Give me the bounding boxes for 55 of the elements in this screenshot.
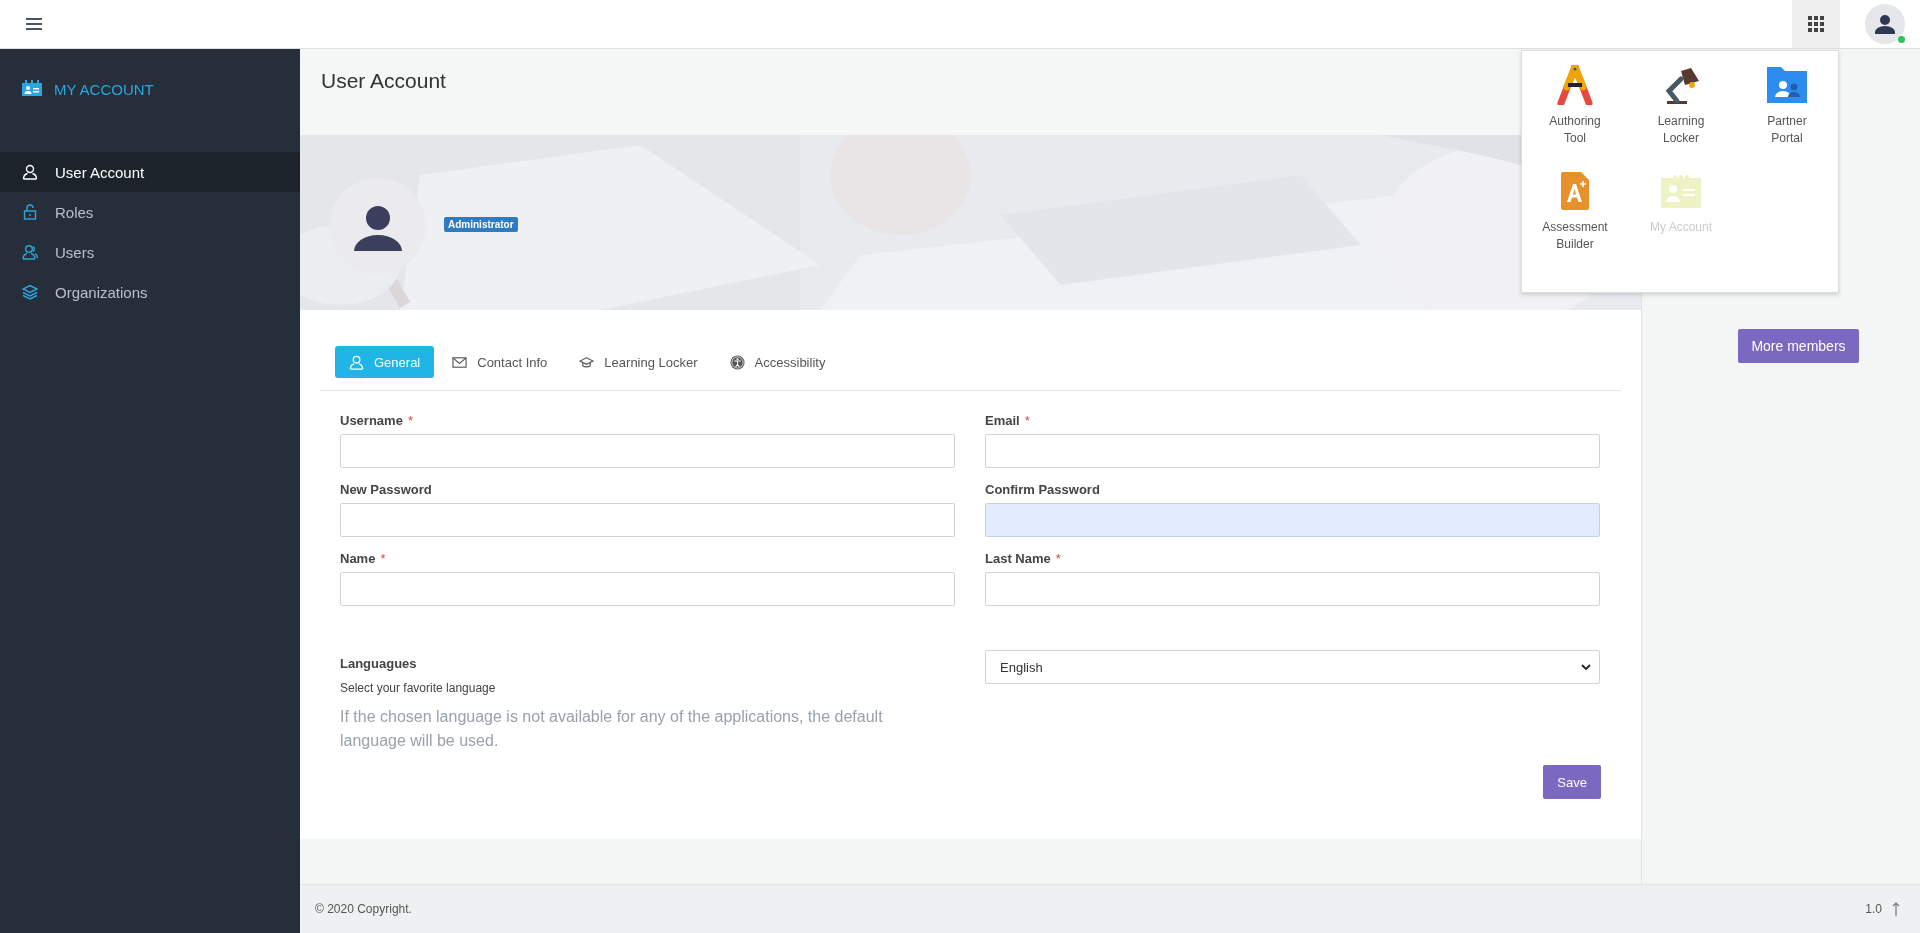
required-mark: * — [407, 413, 413, 428]
field-label: Email — [985, 413, 1020, 428]
sidebar-item[interactable]: Users — [0, 232, 300, 272]
chevron-down-icon — [1581, 663, 1591, 671]
language-select[interactable]: English — [985, 650, 1600, 684]
page-title: User Account — [321, 69, 446, 93]
tab[interactable]: Learning Locker — [565, 346, 712, 378]
tab[interactable]: Contact Info — [438, 346, 562, 378]
person-icon — [349, 354, 364, 370]
sidebar-item[interactable]: Organizations — [0, 272, 300, 312]
help-text: If the chosen language is not available for any of the applications, the default language will be used. — [340, 707, 884, 751]
copyright-text: © 2020 Copyright. — [315, 902, 412, 916]
required-mark: * — [1024, 413, 1030, 428]
required-mark: * — [1055, 551, 1061, 566]
field-label: Username — [340, 413, 403, 428]
field-hint: Select your favorite language — [340, 681, 497, 695]
input-field[interactable] — [985, 572, 1600, 606]
grid-icon — [1808, 16, 1824, 32]
folder-icon — [1767, 65, 1807, 105]
envelope-icon — [452, 354, 468, 370]
app-launcher-item[interactable]: Partner Portal — [1734, 65, 1840, 171]
lock-icon — [22, 204, 38, 220]
input-field[interactable] — [985, 434, 1600, 468]
save-button[interactable]: Save — [1543, 765, 1601, 799]
field-label: Name — [340, 551, 376, 566]
document-icon — [1561, 171, 1589, 211]
field-label: Confirm Password — [985, 482, 1100, 497]
layers-icon — [22, 284, 38, 300]
required-mark: * — [380, 551, 386, 566]
accessibility-icon — [729, 354, 745, 370]
arrow-up-icon[interactable] — [1892, 902, 1900, 916]
sidebar-title: MY ACCOUNT — [54, 80, 154, 98]
more-members-button[interactable]: More members — [1738, 329, 1859, 363]
field-label: Last Name — [985, 551, 1051, 566]
version-text: 1.0 — [1865, 902, 1882, 916]
input-field[interactable] — [340, 572, 955, 606]
graduation-cap-icon — [579, 354, 595, 370]
id-card-icon — [22, 80, 42, 98]
tab[interactable]: Accessibility — [715, 346, 840, 378]
person-icon — [22, 164, 38, 180]
sidebar-item[interactable]: Roles — [0, 192, 300, 232]
app-launcher-item[interactable]: Assessment Builder — [1522, 171, 1628, 277]
menu-icon[interactable] — [26, 17, 42, 31]
input-field[interactable] — [340, 503, 955, 537]
field-label: New Password — [340, 482, 432, 497]
field-label: Languagues — [340, 656, 418, 671]
app-launcher-item[interactable]: Authoring Tool — [1522, 65, 1628, 171]
input-field[interactable] — [985, 503, 1600, 537]
input-field[interactable] — [340, 434, 955, 468]
compass-letter-icon — [1555, 65, 1595, 105]
apps-grid-button[interactable] — [1792, 0, 1840, 48]
user-avatar[interactable] — [1865, 4, 1905, 44]
users-icon — [22, 244, 38, 260]
sidebar-item[interactable]: User Account — [0, 152, 300, 192]
app-launcher-item[interactable]: Learning Locker — [1628, 65, 1734, 171]
